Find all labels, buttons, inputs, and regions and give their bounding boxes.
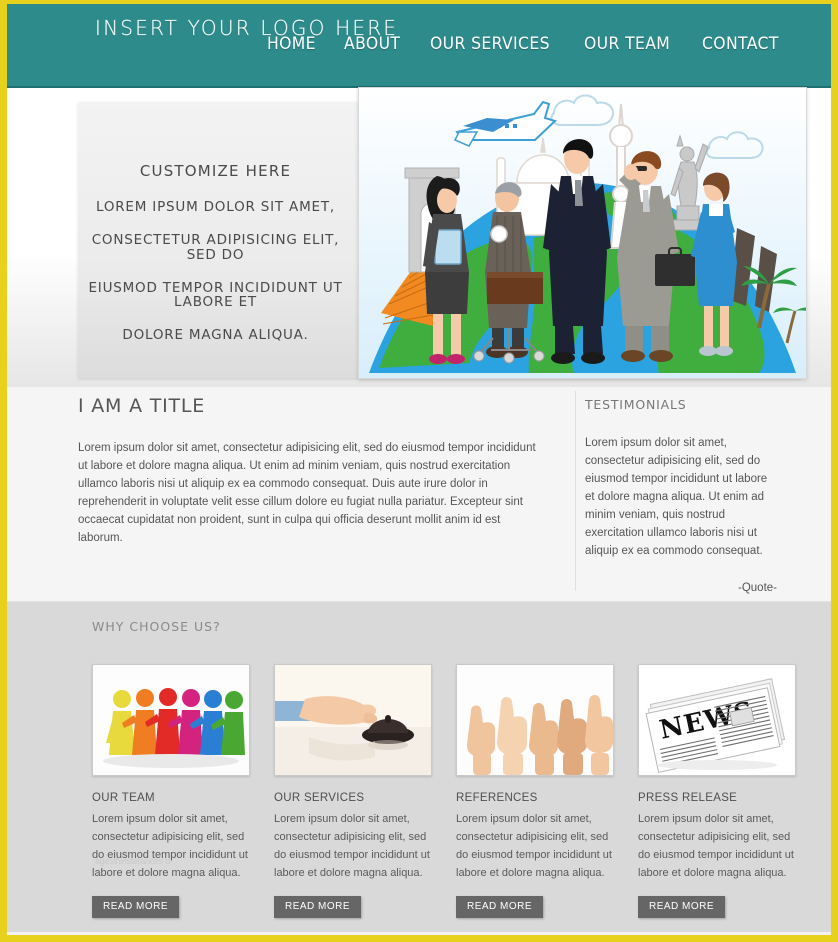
feature-card-references: REFERENCES Lorem ipsum dolor sit amet, c… xyxy=(456,664,614,918)
hero-title: CUSTOMIZE HERE xyxy=(139,162,292,180)
content-section: I AM A TITLE Lorem ipsum dolor sit amet,… xyxy=(7,387,831,602)
references-thumbnail[interactable] xyxy=(456,664,614,776)
colorful-team-figures-icon xyxy=(93,665,249,775)
read-more-button-press-release[interactable]: READ MORE xyxy=(638,896,726,918)
nav-item-our-services[interactable]: OUR SERVICES xyxy=(430,34,550,54)
newspaper-icon: NEWS xyxy=(639,665,795,775)
card-title-our-team: OUR TEAM xyxy=(92,792,155,804)
press-thumbnail[interactable]: NEWS xyxy=(638,664,796,776)
hero-line-2: CONSECTETUR ADIPISICING ELIT, SED DO xyxy=(91,231,340,263)
website-page: INSERT YOUR LOGO HERE HOME ABOUT OUR SER… xyxy=(0,0,838,942)
hand-service-bell-icon xyxy=(275,665,431,775)
nav-item-home[interactable]: HOME xyxy=(267,34,316,54)
hero-band: CUSTOMIZE HERE LOREM IPSUM DOLOR SIT AME… xyxy=(7,87,831,387)
hero-text-block: CUSTOMIZE HERE LOREM IPSUM DOLOR SIT AME… xyxy=(78,162,353,361)
team-thumbnail[interactable] xyxy=(92,664,250,776)
features-title: WHY CHOOSE US? xyxy=(92,619,221,634)
card-body-press-release: Lorem ipsum dolor sit amet, consectetur … xyxy=(638,813,794,879)
main-navigation: HOME ABOUT OUR SERVICES OUR TEAM CONTACT xyxy=(267,34,785,54)
card-title-references: REFERENCES xyxy=(456,792,538,804)
read-more-button-references[interactable]: READ MORE xyxy=(456,896,544,918)
content-main: I AM A TITLE Lorem ipsum dolor sit amet,… xyxy=(78,395,548,547)
testimonials-attribution: -Quote- xyxy=(738,582,777,594)
hero-line-1: LOREM IPSUM DOLOR SIT AMET, xyxy=(95,199,336,215)
site-header: INSERT YOUR LOGO HERE HOME ABOUT OUR SER… xyxy=(7,4,831,88)
card-title-press-release: PRESS RELEASE xyxy=(638,792,738,804)
feature-card-our-services: OUR SERVICES Lorem ipsum dolor sit amet,… xyxy=(274,664,432,918)
hero-image xyxy=(358,87,807,379)
card-body-our-team: Lorem ipsum dolor sit amet, consectetur … xyxy=(92,813,248,879)
content-divider xyxy=(575,391,576,591)
testimonials-section: TESTIMONIALS Lorem ipsum dolor sit amet,… xyxy=(585,397,777,594)
feature-card-our-team: OUR TEAM Lorem ipsum dolor sit amet, con… xyxy=(92,664,250,918)
business-travel-illustration xyxy=(359,88,806,378)
thumbs-up-hands-icon xyxy=(457,665,613,775)
hero-panel: CUSTOMIZE HERE LOREM IPSUM DOLOR SIT AME… xyxy=(78,87,807,379)
nav-item-contact[interactable]: CONTACT xyxy=(702,34,779,54)
hero-line-3: EIUSMOD TEMPOR INCIDIDUNT UT LABORE ET xyxy=(88,279,343,311)
feature-cards: OUR TEAM Lorem ipsum dolor sit amet, con… xyxy=(92,664,796,918)
content-body: Lorem ipsum dolor sit amet, consectetur … xyxy=(78,442,536,544)
nav-item-about[interactable]: ABOUT xyxy=(344,34,400,54)
nav-item-our-team[interactable]: OUR TEAM xyxy=(584,34,670,54)
hero-line-4: DOLORE MAGNA ALIQUA. xyxy=(122,327,309,344)
card-title-our-services: OUR SERVICES xyxy=(274,792,365,804)
feature-card-press-release: NEWS PRESS RELEASE Lorem ipsum dolor sit… xyxy=(638,664,796,918)
features-section: WHY CHOOSE US? agesthinsterances d OUR T… xyxy=(7,602,831,932)
read-more-button-our-services[interactable]: READ MORE xyxy=(274,896,362,918)
testimonials-body: Lorem ipsum dolor sit amet, consectetur … xyxy=(585,437,768,557)
content-title: I AM A TITLE xyxy=(78,395,206,417)
read-more-button-our-team[interactable]: READ MORE xyxy=(92,896,180,918)
card-body-references: Lorem ipsum dolor sit amet, consectetur … xyxy=(456,813,612,879)
card-body-our-services: Lorem ipsum dolor sit amet, consectetur … xyxy=(274,813,430,879)
services-thumbnail[interactable] xyxy=(274,664,432,776)
testimonials-title: TESTIMONIALS xyxy=(585,397,687,412)
